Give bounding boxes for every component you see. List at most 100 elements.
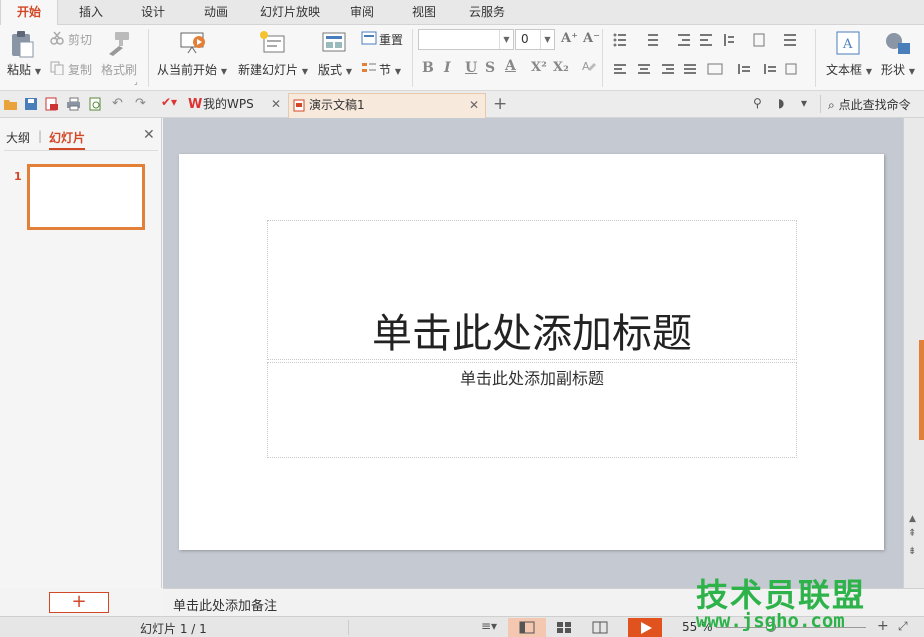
vertical-scrollbar[interactable]: ▲ ⇞ ⇟ xyxy=(903,118,924,588)
grow-font-button[interactable]: A⁺ xyxy=(561,31,578,46)
bold-button[interactable]: B xyxy=(422,60,434,76)
copy-icon xyxy=(50,61,64,75)
layout-button[interactable]: 版式 ▼ xyxy=(318,61,352,78)
reset-button[interactable]: 重置 xyxy=(379,31,403,48)
skin-icon[interactable]: ⚲ xyxy=(753,96,762,110)
title-placeholder[interactable]: 单击此处添加标题 xyxy=(267,220,797,360)
tab-my-wps[interactable]: W 我的WPS ✕ xyxy=(183,93,287,118)
underline-button[interactable]: U xyxy=(465,60,477,76)
tab-slideshow[interactable]: 幻灯片放映 xyxy=(250,0,330,25)
tab-insert[interactable]: 插入 xyxy=(62,0,120,25)
undo-icon[interactable]: ↶ xyxy=(112,96,123,111)
svg-text:A: A xyxy=(842,37,853,52)
close-icon[interactable]: ✕ xyxy=(271,93,281,116)
divider xyxy=(4,150,158,151)
customize-toolbar-icon[interactable]: ✔▾ xyxy=(161,95,177,109)
format-painter-button[interactable]: 格式刷 xyxy=(101,61,137,78)
presentation-file-icon xyxy=(293,99,305,112)
play-slideshow-button[interactable] xyxy=(628,618,662,637)
tab-design[interactable]: 设计 xyxy=(124,0,182,25)
tab-view[interactable]: 视图 xyxy=(396,0,452,25)
play-slideshow-icon xyxy=(180,32,205,54)
paste-icon[interactable] xyxy=(9,30,35,58)
quick-access-bar: ↶ ↷ ✔▾ W 我的WPS ✕ 演示文稿1 ✕ + ⚲ ◗ ▾ ⌕ 点此查找命… xyxy=(0,91,924,118)
add-slide-button[interactable]: + xyxy=(49,592,109,613)
tab-outline[interactable]: 大纲 xyxy=(6,129,30,146)
tab-review[interactable]: 审阅 xyxy=(334,0,390,25)
shrink-font-button[interactable]: A⁻ xyxy=(583,31,600,46)
slide[interactable]: 单击此处添加标题 单击此处添加副标题 xyxy=(179,154,884,550)
shape-button[interactable]: 形状 ▼ xyxy=(881,61,915,78)
tab-document[interactable]: 演示文稿1 ✕ xyxy=(288,93,486,118)
redo-icon[interactable]: ↷ xyxy=(135,96,146,111)
new-slide-button[interactable]: 新建幻灯片 ▼ xyxy=(238,61,308,78)
scissors-icon xyxy=(50,31,64,45)
svg-text:A: A xyxy=(582,60,590,73)
paragraph-toolbar-bottom xyxy=(614,63,797,75)
close-panel-icon[interactable]: ✕ xyxy=(143,127,155,143)
font-color-button[interactable]: A xyxy=(505,58,516,74)
next-slide-icon[interactable]: ⇟ xyxy=(908,546,916,557)
open-folder-icon[interactable] xyxy=(3,97,17,111)
tab-slides[interactable]: 幻灯片 xyxy=(49,129,86,150)
side-panel-handle[interactable] xyxy=(919,340,924,440)
ribbon-divider xyxy=(602,29,603,87)
new-slide-icon xyxy=(260,31,285,53)
textbox-label: 文本框 xyxy=(826,63,863,77)
notes-toggle-icon[interactable]: ≡▾ xyxy=(481,619,497,633)
italic-button[interactable]: I xyxy=(444,60,451,76)
strikethrough-button[interactable]: S xyxy=(485,60,495,76)
cut-button[interactable]: 剪切 xyxy=(68,31,92,48)
divider xyxy=(348,620,349,635)
reading-view-icon[interactable] xyxy=(592,621,608,637)
tab-cloud[interactable]: 云服务 xyxy=(456,0,518,25)
tab-home[interactable]: 开始 xyxy=(0,0,58,26)
paste-label: 粘贴 xyxy=(7,63,32,77)
tab-animation[interactable]: 动画 xyxy=(186,0,246,25)
slide-sorter-icon[interactable] xyxy=(556,621,572,637)
section-icon xyxy=(362,63,376,72)
chevron-down-icon: ▼ xyxy=(220,67,227,76)
font-size-select[interactable]: 0 ▼ xyxy=(515,29,555,50)
command-search[interactable]: ⌕ 点此查找命令 xyxy=(828,96,911,113)
play-from-current-button[interactable]: 从当前开始 ▼ xyxy=(157,61,227,78)
divider xyxy=(820,95,821,113)
print-preview-icon[interactable] xyxy=(88,97,102,111)
export-pdf-icon[interactable] xyxy=(44,97,58,111)
reset-icon xyxy=(361,31,377,45)
previous-slide-icon[interactable]: ⇞ xyxy=(908,528,916,539)
superscript-button[interactable]: X² xyxy=(531,60,547,75)
chevron-down-icon: ▼ xyxy=(34,67,41,76)
fit-window-icon[interactable]: ⤢ xyxy=(898,619,908,634)
notes-placeholder: 单击此处添加备注 xyxy=(173,599,278,614)
help-icon[interactable]: ◗ xyxy=(778,96,784,110)
clipboard-dialog-icon[interactable]: ⌟ xyxy=(134,77,138,86)
slide-panel: 大纲 | 幻灯片 ✕ 1 + xyxy=(0,118,162,613)
paste-button[interactable]: 粘贴 ▼ xyxy=(7,61,41,78)
font-family-select[interactable]: ▼ xyxy=(418,29,514,50)
copy-button[interactable]: 复制 xyxy=(68,61,92,78)
normal-view-button[interactable] xyxy=(508,618,546,637)
shape-icon xyxy=(886,33,910,54)
save-icon[interactable] xyxy=(24,97,38,111)
print-icon[interactable] xyxy=(66,97,80,111)
textbox-button[interactable]: 文本框 ▼ xyxy=(826,61,872,78)
new-tab-button[interactable]: + xyxy=(493,94,507,114)
ribbon-divider xyxy=(815,29,816,87)
menu-bar: 开始 插入 设计 动画 幻灯片放映 审阅 视图 云服务 xyxy=(0,0,924,26)
wps-logo-icon: W xyxy=(188,97,203,112)
chevron-down-icon: ▼ xyxy=(865,67,872,76)
slide-thumbnail[interactable] xyxy=(27,164,145,230)
subscript-button[interactable]: X₂ xyxy=(553,60,569,75)
font-size-value: 0 xyxy=(521,32,529,46)
section-button[interactable]: 节 ▼ xyxy=(379,61,401,78)
search-icon: ⌕ xyxy=(828,98,835,112)
chevron-down-icon: ▼ xyxy=(345,67,352,76)
clear-format-icon[interactable]: A xyxy=(580,59,596,75)
subtitle-placeholder-text: 单击此处添加副标题 xyxy=(459,369,604,388)
feedback-icon[interactable]: ▾ xyxy=(801,96,807,110)
chevron-down-icon: ▼ xyxy=(499,30,513,49)
subtitle-placeholder[interactable]: 单击此处添加副标题 xyxy=(267,362,797,458)
close-icon[interactable]: ✕ xyxy=(469,94,479,117)
scroll-up-icon[interactable]: ▲ xyxy=(909,514,916,524)
